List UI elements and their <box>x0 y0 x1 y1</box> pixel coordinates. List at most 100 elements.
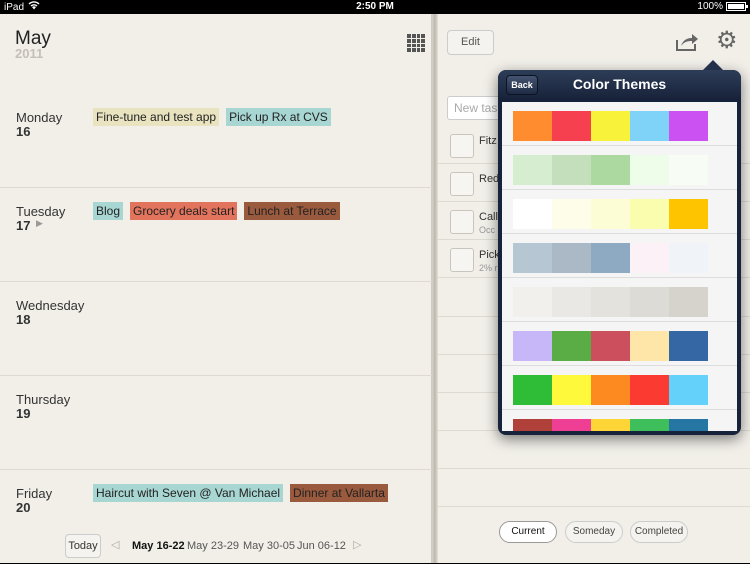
day-name: Thursday <box>16 392 71 407</box>
status-bar: iPad 2:50 PM 100% <box>0 0 750 14</box>
clock: 2:50 PM <box>356 1 394 12</box>
theme-row[interactable] <box>502 366 737 410</box>
color-swatch <box>630 419 669 431</box>
task-checkbox[interactable] <box>450 210 474 234</box>
color-swatch <box>513 155 552 185</box>
color-swatch <box>630 331 669 361</box>
year-label: 2011 <box>15 46 44 61</box>
color-swatch <box>552 243 591 273</box>
color-swatch <box>630 287 669 317</box>
theme-row[interactable] <box>502 322 737 366</box>
color-swatch <box>591 155 630 185</box>
color-swatch <box>669 111 708 141</box>
day-number: 18 <box>16 312 31 327</box>
task-title: Call <box>479 211 498 223</box>
task-subtitle: 2% r <box>479 263 498 273</box>
color-swatch <box>552 331 591 361</box>
day-number: 20 <box>16 500 31 515</box>
color-swatch <box>552 287 591 317</box>
filter-current[interactable]: Current <box>499 521 557 543</box>
task-checkbox[interactable] <box>450 134 474 158</box>
calendar-panel: May 2011 Monday 16 Fine-tune and test ap… <box>0 14 432 563</box>
today-button[interactable]: Today <box>65 534 101 558</box>
day-row[interactable]: Monday 16 Fine-tune and test app Pick up… <box>0 94 432 188</box>
color-swatch <box>513 199 552 229</box>
popover-title: Color Themes <box>572 76 667 92</box>
event-chip[interactable]: Haircut with Seven @ Van Michael <box>93 484 284 502</box>
day-number: 16 <box>16 124 31 139</box>
color-themes-popover: Back Color Themes <box>498 60 741 435</box>
color-swatch <box>591 199 630 229</box>
day-row[interactable]: Tuesday 17 ▶ Blog Grocery deals start Lu… <box>0 188 432 282</box>
color-swatch <box>513 419 552 431</box>
day-number: 17 <box>16 218 31 233</box>
color-swatch <box>669 287 708 317</box>
filter-someday[interactable]: Someday <box>565 521 623 543</box>
week-tab[interactable]: Jun 06-12 <box>297 540 346 552</box>
color-swatch <box>630 111 669 141</box>
day-name: Wednesday <box>16 298 85 313</box>
color-swatch <box>669 155 708 185</box>
color-swatch <box>591 243 630 273</box>
theme-row[interactable] <box>502 146 737 190</box>
day-name: Friday <box>16 486 53 501</box>
divider <box>438 506 750 507</box>
battery-icon <box>726 2 748 11</box>
week-navigation: Today ◁ May 16-22 May 23-29 May 30-05 Ju… <box>0 532 432 560</box>
gear-icon[interactable]: ⚙ <box>716 29 740 53</box>
disclosure-arrow-icon[interactable]: ▶ <box>36 218 43 229</box>
color-swatch <box>552 111 591 141</box>
grid-icon[interactable] <box>407 34 425 52</box>
task-checkbox[interactable] <box>450 248 474 272</box>
color-swatch <box>630 155 669 185</box>
color-swatch <box>630 199 669 229</box>
edit-button[interactable]: Edit <box>447 30 494 55</box>
day-number: 19 <box>16 406 31 421</box>
color-swatch <box>630 243 669 273</box>
filter-completed[interactable]: Completed <box>630 521 688 543</box>
task-subtitle: Occ <box>479 225 496 235</box>
theme-row[interactable] <box>502 190 737 234</box>
color-swatch <box>552 199 591 229</box>
event-chip[interactable]: Dinner at Vallarta <box>290 484 388 502</box>
theme-row[interactable] <box>502 102 737 146</box>
event-chip[interactable]: Blog <box>93 202 124 220</box>
day-name: Tuesday <box>16 204 66 219</box>
color-swatch <box>669 331 708 361</box>
color-swatch <box>513 331 552 361</box>
week-tab[interactable]: May 30-05 <box>243 540 295 552</box>
next-week-icon[interactable]: ▷ <box>353 538 361 551</box>
previous-week-icon[interactable]: ◁ <box>111 538 119 551</box>
day-row[interactable]: Thursday 19 <box>0 376 432 470</box>
color-swatch <box>552 419 591 431</box>
color-swatch <box>552 375 591 405</box>
week-tab[interactable]: May 23-29 <box>187 540 239 552</box>
theme-row[interactable] <box>502 234 737 278</box>
day-row[interactable]: Wednesday 18 <box>0 282 432 376</box>
color-swatch <box>513 111 552 141</box>
color-swatch <box>513 287 552 317</box>
event-chip[interactable]: Fine-tune and test app <box>93 108 220 126</box>
event-chip[interactable]: Grocery deals start <box>130 202 238 220</box>
battery-label: 100% <box>697 1 723 12</box>
color-swatch <box>591 331 630 361</box>
event-chip[interactable]: Lunch at Terrace <box>244 202 340 220</box>
divider <box>438 468 750 469</box>
task-title: Fitz <box>479 135 497 147</box>
color-swatch <box>591 419 630 431</box>
week-tab[interactable]: May 16-22 <box>132 540 185 552</box>
color-swatch <box>669 243 708 273</box>
day-name: Monday <box>16 110 63 125</box>
themes-list[interactable] <box>502 102 737 431</box>
theme-row[interactable] <box>502 278 737 322</box>
task-checkbox[interactable] <box>450 172 474 196</box>
color-swatch <box>591 287 630 317</box>
color-swatch <box>669 375 708 405</box>
event-chip[interactable]: Pick up Rx at CVS <box>226 108 331 126</box>
color-swatch <box>630 375 669 405</box>
theme-row[interactable] <box>502 410 737 431</box>
color-swatch <box>552 155 591 185</box>
color-swatch <box>513 243 552 273</box>
popover-header: Back Color Themes <box>498 70 741 100</box>
share-icon[interactable] <box>675 32 699 52</box>
